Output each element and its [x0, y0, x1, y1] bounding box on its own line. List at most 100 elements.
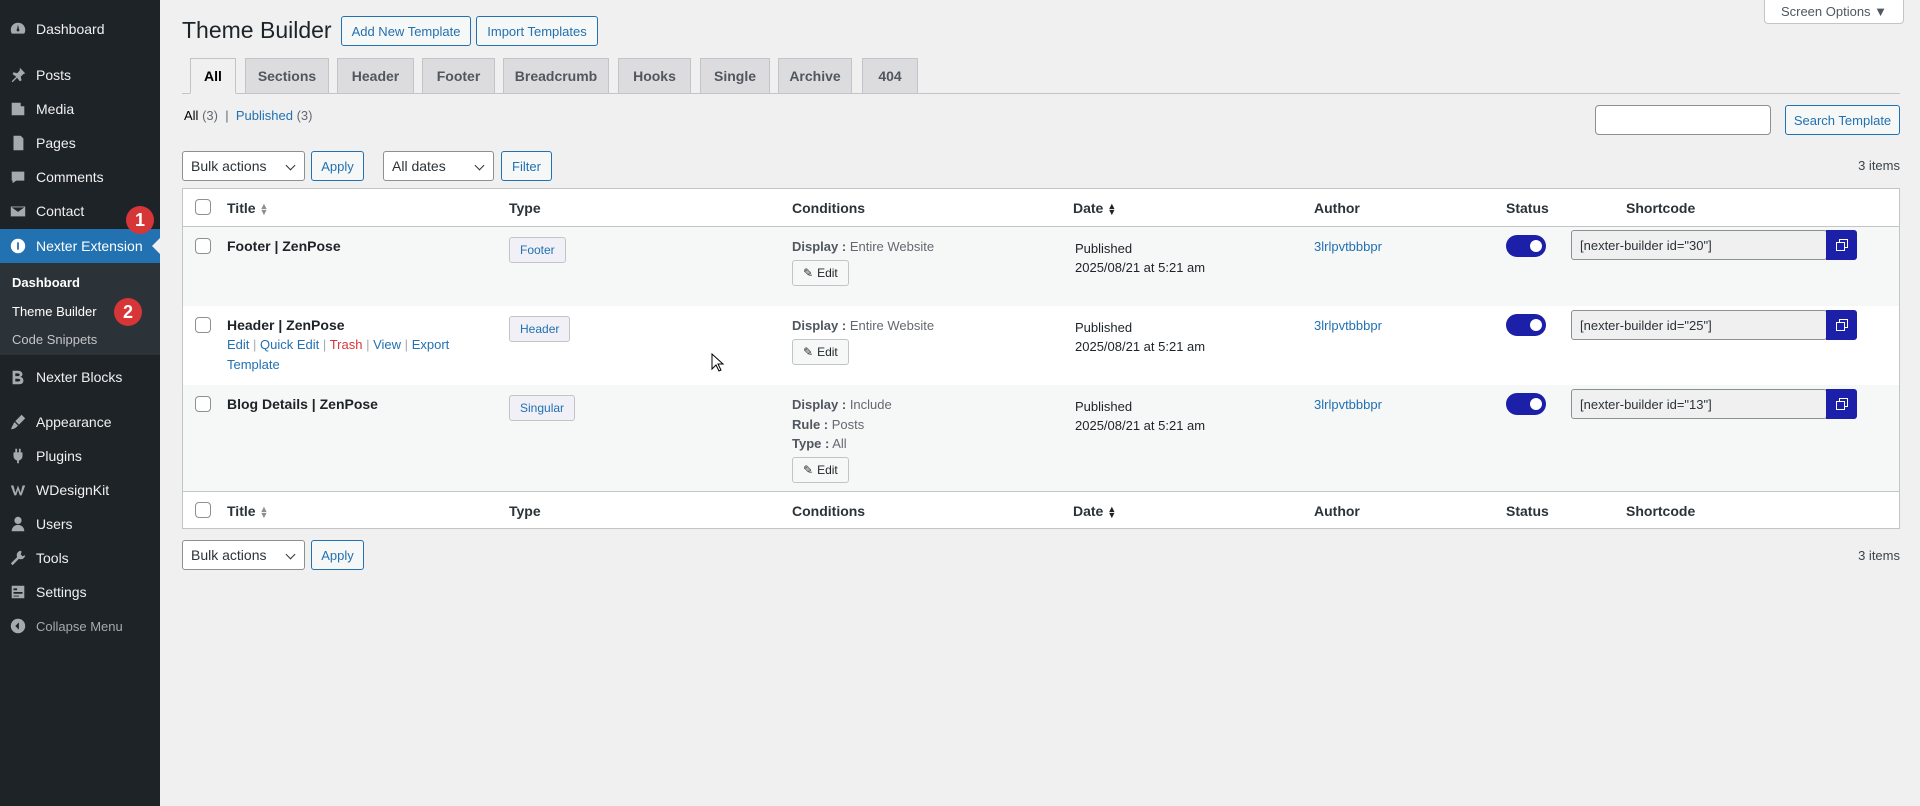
row-actions: Edit | Quick Edit | Trash | View | Expor… — [227, 335, 457, 375]
apply-button-bottom[interactable]: Apply — [311, 540, 364, 570]
copy-shortcode-button[interactable] — [1826, 389, 1857, 419]
col-title[interactable]: Title ▲ ▼ — [227, 200, 269, 218]
shortcode-field[interactable]: [nexter-builder id="25"] — [1571, 310, 1827, 340]
tab-sections[interactable]: Sections — [245, 58, 329, 94]
apply-button[interactable]: Apply — [311, 151, 364, 181]
menu-tools[interactable]: Tools — [0, 541, 160, 575]
copy-shortcode-button[interactable] — [1826, 310, 1857, 340]
author-link[interactable]: 3lrlpvtbbbpr — [1314, 239, 1382, 254]
edit-label: Edit — [817, 463, 838, 477]
row-checkbox[interactable] — [195, 238, 211, 254]
sort-desc-icon: ▲ ▼ — [1107, 201, 1117, 218]
table-row: Blog Details | ZenPose Singular Display … — [183, 385, 1899, 491]
bulk-actions-value: Bulk actions — [191, 158, 267, 174]
settings-icon — [0, 583, 36, 601]
date-cell: Published 2025/08/21 at 5:21 am — [1075, 318, 1205, 356]
collapse-menu[interactable]: Collapse Menu — [0, 609, 160, 643]
conditions-edit-button[interactable]: ✎ Edit — [792, 457, 849, 483]
submenu-code-snippets[interactable]: Code Snippets — [12, 332, 97, 347]
select-all-checkbox-footer[interactable] — [195, 502, 211, 518]
select-all-checkbox[interactable] — [195, 199, 211, 215]
table-row: Footer | ZenPose Footer Display : Entire… — [183, 227, 1899, 306]
menu-appearance[interactable]: Appearance — [0, 405, 160, 439]
action-sep: | — [366, 337, 370, 352]
conditions-edit-button[interactable]: ✎ Edit — [792, 339, 849, 365]
step-badge-1: 1 — [126, 206, 154, 234]
row-title-link[interactable]: Blog Details | ZenPose — [227, 396, 378, 412]
menu-wdesignkit[interactable]: WDesignKit — [0, 473, 160, 507]
status-toggle[interactable] — [1506, 314, 1546, 336]
tab-all[interactable]: All — [190, 58, 236, 94]
copy-shortcode-button[interactable] — [1826, 230, 1857, 260]
menu-dashboard[interactable]: Dashboard — [0, 12, 160, 46]
filter-all-count: (3) — [202, 108, 218, 123]
col-status-footer: Status — [1506, 503, 1549, 519]
tab-single[interactable]: Single — [700, 58, 770, 94]
action-edit[interactable]: Edit — [227, 337, 249, 352]
all-dates-select[interactable]: All dates — [383, 151, 494, 181]
status-toggle[interactable] — [1506, 235, 1546, 257]
row-title-link[interactable]: Footer | ZenPose — [227, 238, 341, 254]
col-title-footer[interactable]: Title ▲ ▼ — [227, 503, 268, 520]
row-checkbox[interactable] — [195, 317, 211, 333]
edit-label: Edit — [817, 266, 838, 280]
status-toggle[interactable] — [1506, 393, 1546, 415]
col-date-footer[interactable]: Date ▲ ▼ — [1073, 503, 1117, 521]
import-templates-button[interactable]: Import Templates — [476, 16, 598, 46]
row-checkbox[interactable] — [195, 396, 211, 412]
menu-plugins[interactable]: Plugins — [0, 439, 160, 473]
tab-footer[interactable]: Footer — [422, 58, 495, 94]
col-author-footer: Author — [1314, 503, 1360, 519]
sort-desc-icon: ▲ ▼ — [1107, 504, 1117, 521]
tab-header[interactable]: Header — [337, 58, 414, 94]
tab-breadcrumb[interactable]: Breadcrumb — [503, 58, 609, 94]
shortcode-field[interactable]: [nexter-builder id="13"] — [1571, 389, 1827, 419]
tab-404[interactable]: 404 — [862, 58, 918, 94]
action-view[interactable]: View — [373, 337, 401, 352]
users-icon — [0, 515, 36, 533]
submenu-dashboard[interactable]: Dashboard — [12, 275, 80, 290]
col-date[interactable]: Date ▲ ▼ — [1073, 200, 1117, 218]
filter-button[interactable]: Filter — [501, 151, 552, 181]
col-conditions-footer: Conditions — [792, 503, 866, 519]
menu-label: Comments — [36, 169, 104, 185]
action-quick-edit[interactable]: Quick Edit — [260, 337, 319, 352]
tab-hooks[interactable]: Hooks — [618, 58, 691, 94]
col-type: Type — [509, 200, 541, 216]
search-template-input[interactable] — [1595, 105, 1771, 135]
condition-line: Display : Entire Website — [792, 318, 934, 333]
menu-comments[interactable]: Comments — [0, 160, 160, 194]
bulk-actions-select-bottom[interactable]: Bulk actions — [182, 540, 305, 570]
submenu-theme-builder[interactable]: Theme Builder — [12, 304, 97, 319]
action-trash[interactable]: Trash — [330, 337, 363, 352]
menu-posts[interactable]: Posts — [0, 58, 160, 92]
screen-options-button[interactable]: Screen Options ▼ — [1764, 0, 1904, 24]
col-shortcode: Shortcode — [1626, 200, 1696, 216]
page-title: Theme Builder — [182, 17, 332, 43]
row-title-link[interactable]: Header | ZenPose — [227, 317, 345, 333]
conditions-edit-button[interactable]: ✎ Edit — [792, 260, 849, 286]
menu-settings[interactable]: Settings — [0, 575, 160, 609]
col-type-footer: Type — [509, 503, 541, 519]
comments-icon — [0, 168, 36, 186]
tab-archive[interactable]: Archive — [778, 58, 852, 94]
status-filter-links: All (3) | Published (3) — [184, 108, 312, 123]
author-link[interactable]: 3lrlpvtbbbpr — [1314, 397, 1382, 412]
menu-label: Appearance — [36, 414, 112, 430]
filter-all[interactable]: All — [184, 108, 198, 123]
menu-label: Nexter Blocks — [36, 369, 123, 385]
bulk-actions-select[interactable]: Bulk actions — [182, 151, 305, 181]
menu-pages[interactable]: Pages — [0, 126, 160, 160]
sort-icon: ▲ ▼ — [259, 201, 269, 218]
author-link[interactable]: 3lrlpvtbbbpr — [1314, 318, 1382, 333]
menu-media[interactable]: Media — [0, 92, 160, 126]
menu-users[interactable]: Users — [0, 507, 160, 541]
add-new-template-button[interactable]: Add New Template — [341, 16, 471, 46]
shortcode-field[interactable]: [nexter-builder id="30"] — [1571, 230, 1827, 260]
filter-published[interactable]: Published — [236, 108, 293, 123]
dashboard-icon — [0, 20, 36, 38]
date-status: Published — [1075, 399, 1133, 414]
items-count-bottom: 3 items — [1858, 548, 1900, 563]
menu-nexter-extension[interactable]: Nexter Extension — [0, 229, 160, 263]
search-template-button[interactable]: Search Template — [1785, 105, 1900, 135]
